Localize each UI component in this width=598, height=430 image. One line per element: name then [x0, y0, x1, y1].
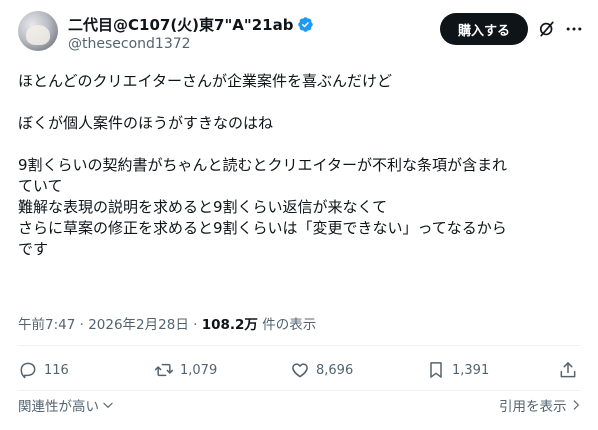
tweet-line: です — [18, 240, 49, 258]
tweet-line: 9割くらいの契約書がちゃんと読むとクリエイターが不利な条項が含まれ — [18, 156, 507, 174]
divider — [18, 345, 581, 346]
view-quotes-label: 引用を表示 — [499, 399, 567, 415]
author-name-row[interactable]: 二代目@C107(火)東7"A"21ab — [68, 14, 314, 35]
repost-icon — [154, 363, 174, 377]
like-count: 8,696 — [316, 362, 354, 378]
author-handle[interactable]: @thesecond1372 — [68, 36, 191, 52]
view-count: 108.2万 — [201, 317, 258, 333]
meta-separator: · — [188, 317, 202, 333]
bookmark-button[interactable]: 1,391 — [426, 360, 489, 380]
tweet-meta: 午前7:47 · 2026年2月28日 · 108.2万 件の表示 — [18, 313, 316, 333]
action-bar: 116 1,079 8,696 1,391 — [18, 360, 583, 388]
sort-dropdown[interactable]: 関連性が高い — [18, 395, 115, 415]
heart-icon — [292, 363, 308, 378]
grok-icon[interactable] — [537, 19, 557, 39]
share-icon — [560, 362, 576, 378]
bookmark-icon — [430, 362, 442, 378]
share-button[interactable] — [558, 360, 578, 380]
avatar[interactable] — [18, 11, 58, 51]
reply-count: 116 — [44, 362, 69, 378]
tweet-line: さらに草案の修正を求めると9割くらいは「変更できない」ってなるから — [18, 219, 507, 237]
like-button[interactable]: 8,696 — [290, 360, 353, 380]
tweet-date[interactable]: 2026年2月28日 — [88, 317, 189, 333]
author-display-name[interactable]: 二代目@C107(火)東7"A"21ab — [68, 14, 293, 35]
divider — [18, 390, 581, 391]
reply-button[interactable]: 116 — [18, 360, 69, 380]
meta-separator: · — [75, 317, 89, 333]
chevron-down-icon — [103, 402, 113, 408]
repost-button[interactable]: 1,079 — [154, 360, 217, 380]
chevron-right-icon — [573, 400, 579, 410]
repost-count: 1,079 — [180, 362, 218, 378]
tweet-line: ほとんどのクリエイターさんが企業案件を喜ぶんだけど — [18, 72, 392, 90]
view-count-suffix: 件の表示 — [257, 317, 317, 333]
view-quotes-link[interactable]: 引用を表示 — [499, 395, 583, 415]
tweet-line: ぼくが個人案件のほうがすきなのはね — [18, 114, 274, 132]
tweet-time[interactable]: 午前7:47 — [18, 317, 75, 333]
tweet-line: 難解な表現の説明を求めると9割くらい返信が来なくて — [18, 198, 388, 216]
buy-button[interactable]: 購入する — [440, 13, 528, 45]
reply-icon — [20, 362, 36, 379]
bookmark-count: 1,391 — [452, 362, 490, 378]
tweet-line: ていて — [18, 177, 63, 195]
more-options-icon[interactable] — [564, 19, 584, 39]
sort-label: 関連性が高い — [18, 399, 99, 415]
tweet-text: ほとんどのクリエイターさんが企業案件を喜ぶんだけど ぼくが個人案件のほうがすきな… — [18, 71, 583, 260]
verified-badge-icon — [298, 17, 314, 32]
